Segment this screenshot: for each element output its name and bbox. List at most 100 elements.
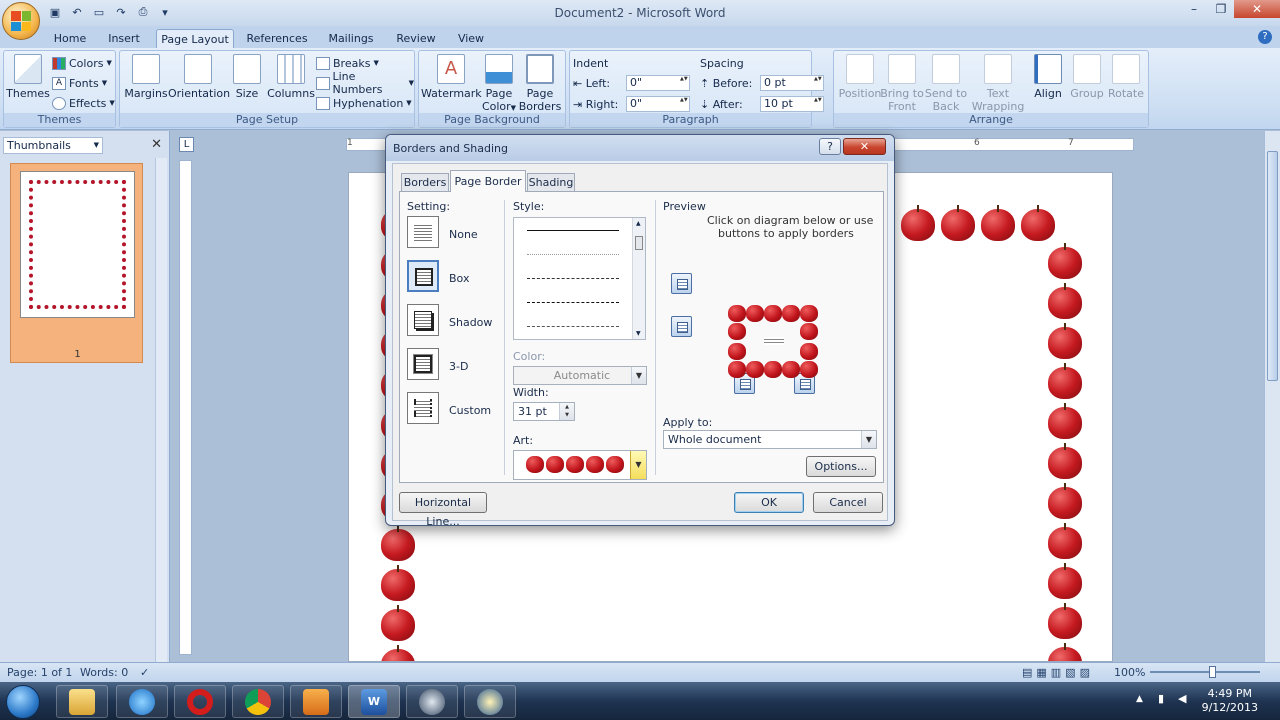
taskbar-app-7[interactable] xyxy=(406,685,458,718)
network-icon[interactable]: ▮ xyxy=(1158,692,1164,705)
taskbar-internet-explorer[interactable] xyxy=(116,685,168,718)
minimize-button[interactable]: – xyxy=(1180,0,1208,18)
help-icon[interactable]: ? xyxy=(1258,30,1272,44)
top-border-button[interactable] xyxy=(671,273,692,294)
watermark-button[interactable]: A Watermark xyxy=(421,54,482,100)
tab-insert[interactable]: Insert xyxy=(100,29,148,48)
tab-review[interactable]: Review xyxy=(390,29,442,48)
apply-to-select[interactable]: Whole document ▼ xyxy=(663,430,877,449)
close-icon[interactable]: ✕ xyxy=(151,137,162,152)
spacing-after-input[interactable]: 10 pt xyxy=(760,96,824,112)
taskbar-word[interactable]: W xyxy=(348,685,400,718)
setting-shadow-label[interactable]: Shadow xyxy=(449,316,492,329)
tab-references[interactable]: References xyxy=(242,29,312,48)
tab-home[interactable]: Home xyxy=(48,29,92,48)
bottom-border-button[interactable] xyxy=(671,316,692,337)
taskbar-media-player[interactable] xyxy=(290,685,342,718)
spacing-before-input[interactable]: 0 pt xyxy=(760,75,824,91)
vertical-ruler[interactable] xyxy=(179,160,192,655)
setting-3d-button[interactable] xyxy=(407,348,439,380)
style-solid[interactable] xyxy=(527,230,619,231)
chevron-down-icon[interactable]: ▼ xyxy=(630,451,646,479)
options-button[interactable]: Options... xyxy=(806,456,876,477)
dialog-close-button[interactable]: ✕ xyxy=(843,138,886,155)
horizontal-line-button[interactable]: Horizontal Line... xyxy=(399,492,487,528)
maximize-button[interactable]: ❐ xyxy=(1207,0,1235,18)
start-button[interactable] xyxy=(6,685,40,719)
margins-button[interactable]: Margins xyxy=(120,54,172,100)
hyphenation-button[interactable]: Hyphenation ▼ xyxy=(316,94,412,112)
border-style-list[interactable]: ▲ ▼ xyxy=(513,217,646,340)
taskbar-app-8[interactable] xyxy=(464,685,516,718)
border-preview[interactable] xyxy=(728,305,820,379)
scroll-down-icon[interactable]: ▼ xyxy=(636,330,641,337)
dialog-help-button[interactable]: ? xyxy=(819,138,841,155)
word-count[interactable]: Words: 0 xyxy=(80,666,128,679)
bring-to-front-icon xyxy=(888,54,916,84)
colors-button[interactable]: Colors ▼ xyxy=(52,54,112,72)
setting-none-label[interactable]: None xyxy=(449,228,478,241)
style-dashed-small[interactable] xyxy=(527,278,619,279)
thumbnails-scrollbar[interactable] xyxy=(155,158,167,662)
setting-custom-button[interactable] xyxy=(407,392,439,424)
themes-button[interactable]: Themes xyxy=(6,54,50,100)
taskbar-opera[interactable] xyxy=(174,685,226,718)
tab-page-border[interactable]: Page Border xyxy=(450,170,526,192)
rotate-button[interactable]: Rotate xyxy=(1100,54,1152,100)
apple-border-icon xyxy=(979,205,1017,241)
tab-borders[interactable]: Borders xyxy=(401,173,449,191)
zoom-level[interactable]: 100% xyxy=(1114,666,1145,679)
dialog-title-bar[interactable]: Borders and Shading ? ✕ xyxy=(386,135,894,161)
zoom-slider-knob[interactable] xyxy=(1209,666,1216,678)
art-select[interactable]: ▼ xyxy=(513,450,647,480)
indent-left-input[interactable]: 0" xyxy=(626,75,690,91)
tab-mailings[interactable]: Mailings xyxy=(322,29,380,48)
tray-arrow-icon[interactable]: ▲ xyxy=(1136,694,1143,704)
line-numbers-label: Line Numbers xyxy=(332,70,383,96)
scroll-up-icon[interactable]: ▲ xyxy=(636,220,641,227)
page-thumbnail[interactable]: 1 xyxy=(10,163,143,363)
ok-button[interactable]: OK xyxy=(734,492,804,513)
orientation-button[interactable]: Orientation xyxy=(168,54,230,100)
cancel-button[interactable]: Cancel xyxy=(813,492,883,513)
send-to-back-button[interactable]: Send to Back xyxy=(920,54,972,113)
page-borders-button[interactable]: Page Borders xyxy=(515,54,565,113)
tab-view[interactable]: View xyxy=(450,29,492,48)
setting-box-button[interactable] xyxy=(407,260,439,292)
style-list-scrollbar[interactable]: ▲ ▼ xyxy=(632,218,645,339)
navigation-view-select[interactable]: Thumbnails ▼ xyxy=(3,137,103,154)
style-dashed[interactable] xyxy=(527,302,619,303)
taskbar-explorer[interactable] xyxy=(56,685,108,718)
effects-button[interactable]: Effects ▼ xyxy=(52,94,115,112)
width-stepper[interactable]: 31 pt ▲ ▼ xyxy=(513,402,575,421)
volume-icon[interactable]: ◀ xyxy=(1178,692,1186,705)
scrollbar-thumb[interactable] xyxy=(1267,151,1278,381)
text-wrapping-label-1: Text xyxy=(986,87,1010,100)
style-dash-dot[interactable] xyxy=(527,326,619,327)
tray-clock[interactable]: 4:49 PM 9/12/2013 xyxy=(1202,687,1258,715)
zoom-slider[interactable] xyxy=(1150,671,1260,673)
fonts-button[interactable]: A Fonts ▼ xyxy=(52,74,107,92)
setting-custom-label[interactable]: Custom xyxy=(449,404,491,417)
style-dotted[interactable] xyxy=(527,254,619,255)
tab-selector[interactable]: L xyxy=(179,137,194,152)
taskbar-chrome[interactable] xyxy=(232,685,284,718)
proofing-icon[interactable]: ✓ xyxy=(140,666,149,679)
setting-box-label[interactable]: Box xyxy=(449,272,469,285)
indent-right-input[interactable]: 0" xyxy=(626,96,690,112)
line-numbers-button[interactable]: Line Numbers ▼ xyxy=(316,70,414,96)
scroll-thumb[interactable] xyxy=(635,236,643,250)
text-wrapping-button[interactable]: Text Wrapping xyxy=(970,54,1026,113)
close-button[interactable]: ✕ xyxy=(1234,0,1280,18)
tab-shading[interactable]: Shading xyxy=(527,173,575,191)
tab-page-layout[interactable]: Page Layout xyxy=(156,29,234,48)
setting-shadow-button[interactable] xyxy=(407,304,439,336)
page-count[interactable]: Page: 1 of 1 xyxy=(7,666,72,679)
setting-none-button[interactable] xyxy=(407,216,439,248)
columns-button[interactable]: Columns xyxy=(265,54,317,100)
view-buttons-icon[interactable]: ▤▦▥▧▨ xyxy=(1022,666,1094,679)
vertical-scrollbar[interactable] xyxy=(1264,131,1280,662)
office-button[interactable] xyxy=(2,2,40,40)
color-select[interactable]: Automatic ▼ xyxy=(513,366,647,385)
setting-3d-label[interactable]: 3-D xyxy=(449,360,468,373)
